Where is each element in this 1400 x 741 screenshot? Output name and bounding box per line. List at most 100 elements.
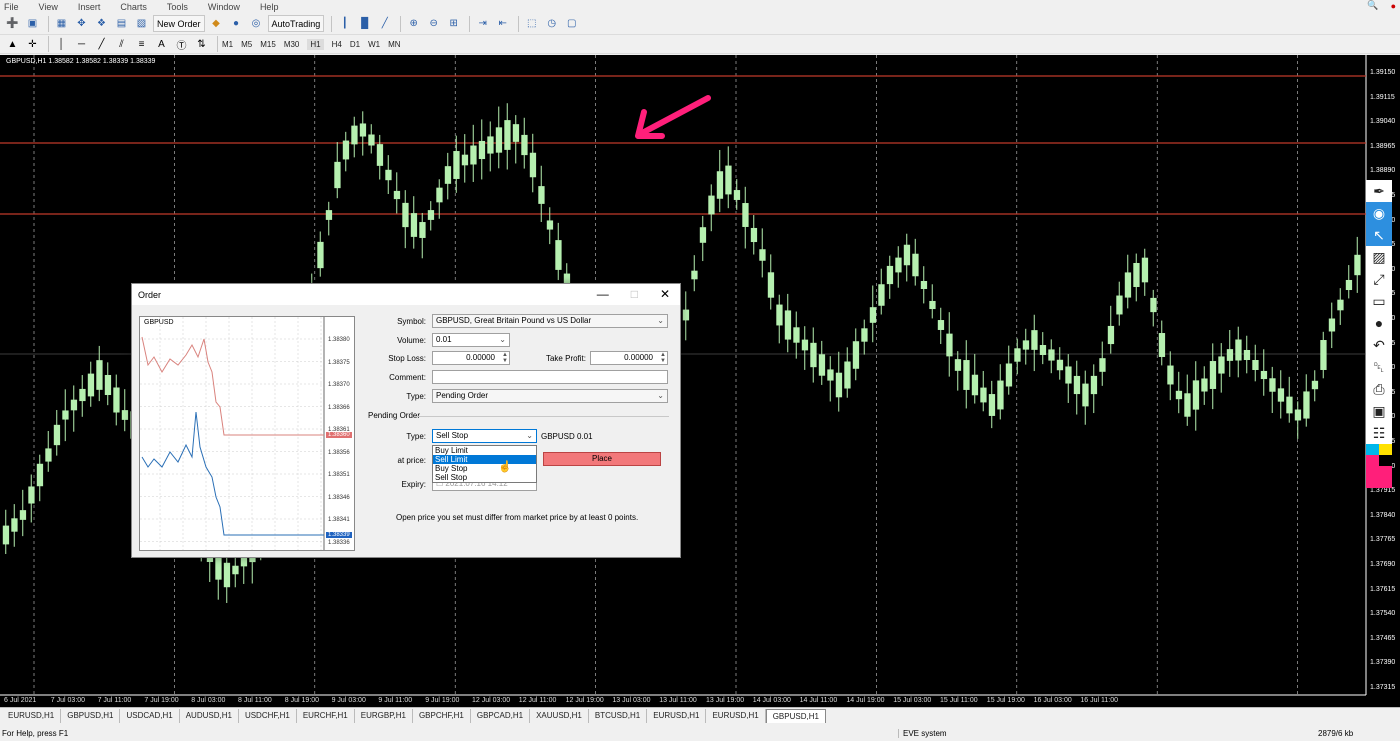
color-selected-swatch[interactable] bbox=[1366, 466, 1392, 488]
strategy-tester-icon[interactable]: ▤ bbox=[113, 15, 130, 32]
chart-shift-icon[interactable]: ⇤ bbox=[494, 15, 511, 32]
pending-type-select[interactable]: Sell Stop ⌄ bbox=[432, 429, 537, 443]
timeframe-h1[interactable]: H1 bbox=[307, 38, 324, 50]
option-sell-limit[interactable]: Sell Limit bbox=[433, 455, 536, 464]
line-chart-icon[interactable]: ╱ bbox=[376, 15, 393, 32]
metaeditor-icon[interactable]: ◆ bbox=[208, 15, 225, 32]
pen-icon[interactable]: ✒ bbox=[1366, 180, 1392, 202]
minimize-icon[interactable]: — bbox=[597, 287, 609, 301]
takeprofit-input[interactable]: 0.00000 ▲ ▼ bbox=[590, 351, 668, 365]
timeframe-w1[interactable]: W1 bbox=[368, 40, 380, 49]
new-order-button[interactable]: New Order bbox=[153, 15, 205, 32]
chart-tab[interactable]: GBPUSD,H1 bbox=[61, 708, 121, 723]
chart-tab[interactable]: EURGBP,H1 bbox=[355, 708, 413, 723]
timeframe-h4[interactable]: H4 bbox=[332, 40, 342, 49]
menu-help[interactable]: Help bbox=[260, 2, 279, 12]
candle-body bbox=[827, 369, 834, 381]
close-icon[interactable]: ✕ bbox=[660, 287, 670, 301]
arrows-icon[interactable]: ⇅ bbox=[193, 36, 210, 53]
chart-tab[interactable]: EURUSD,H1 bbox=[647, 708, 707, 723]
indicators-icon[interactable]: ⬚ bbox=[523, 15, 540, 32]
signals-icon[interactable]: ● bbox=[228, 15, 245, 32]
timeframe-m5[interactable]: M5 bbox=[241, 40, 252, 49]
timeframe-m30[interactable]: M30 bbox=[284, 40, 300, 49]
timeframe-m1[interactable]: M1 bbox=[222, 40, 233, 49]
menu-charts[interactable]: Charts bbox=[120, 2, 147, 12]
line-tool-icon[interactable]: ⤢ bbox=[1366, 268, 1392, 290]
timeframe-d1[interactable]: D1 bbox=[350, 40, 360, 49]
chart-tab[interactable]: XAUUSD,H1 bbox=[530, 708, 589, 723]
timeframe-mn[interactable]: MN bbox=[388, 40, 400, 49]
options-icon[interactable]: ▧ bbox=[133, 15, 150, 32]
periods-icon[interactable]: ◷ bbox=[543, 15, 560, 32]
chart-tab[interactable]: EURUSD,H1 bbox=[706, 708, 766, 723]
chart-tab[interactable]: AUDUSD,H1 bbox=[180, 708, 239, 723]
chart-tab[interactable]: GBPCAD,H1 bbox=[471, 708, 531, 723]
chart-tab[interactable]: GBPCHF,H1 bbox=[413, 708, 471, 723]
ruler-icon[interactable]: ▭ bbox=[1366, 290, 1392, 312]
menu-view[interactable]: View bbox=[39, 2, 58, 12]
order-type-select[interactable]: Pending Order ⌄ bbox=[432, 389, 668, 403]
timeframe-m15[interactable]: M15 bbox=[260, 40, 276, 49]
undo-icon[interactable]: ↶ bbox=[1366, 334, 1392, 356]
horizontal-line-icon[interactable]: ─ bbox=[73, 36, 90, 53]
chart-tab[interactable]: USDCHF,H1 bbox=[239, 708, 297, 723]
profile-name[interactable]: EVE system bbox=[898, 728, 947, 738]
new-chart-icon[interactable]: ➕ bbox=[4, 15, 21, 32]
option-buy-stop[interactable]: Buy Stop bbox=[433, 464, 536, 473]
web-icon[interactable]: ◎ bbox=[248, 15, 265, 32]
navigator-icon[interactable]: ✥ bbox=[73, 15, 90, 32]
chart-tab[interactable]: BTCUSD,H1 bbox=[589, 708, 648, 723]
spinner-icon[interactable]: ▲ ▼ bbox=[502, 352, 508, 364]
symbol-select[interactable]: GBPUSD, Great Britain Pound vs US Dollar… bbox=[432, 314, 668, 328]
zoom-out-icon[interactable]: ⊖ bbox=[425, 15, 442, 32]
maximize-icon[interactable]: □ bbox=[631, 287, 638, 301]
menu-window[interactable]: Window bbox=[208, 2, 240, 12]
color-swatch-icon[interactable] bbox=[1366, 444, 1392, 466]
autoscroll-icon[interactable]: ⇥ bbox=[474, 15, 491, 32]
search-icon[interactable]: 🔍 bbox=[1367, 0, 1378, 11]
notification-icon[interactable]: ● bbox=[1391, 1, 1396, 11]
trash-icon[interactable]: ␡ bbox=[1366, 356, 1392, 378]
pointer-icon[interactable]: ↖ bbox=[1366, 224, 1392, 246]
spinner-icon[interactable]: ▲ ▼ bbox=[660, 352, 666, 364]
option-buy-limit[interactable]: Buy Limit bbox=[433, 446, 536, 455]
comment-input[interactable] bbox=[432, 370, 668, 384]
candle-chart-icon[interactable]: █ bbox=[356, 15, 373, 32]
menu-file[interactable]: File bbox=[4, 2, 19, 12]
trendline-icon[interactable]: ╱ bbox=[93, 36, 110, 53]
chart-tab[interactable]: EURUSD,H1 bbox=[2, 708, 62, 723]
crosshair-icon[interactable]: ✛ bbox=[24, 36, 41, 53]
bar-chart-icon[interactable]: ┃ bbox=[336, 15, 353, 32]
vertical-line-icon[interactable]: │ bbox=[53, 36, 70, 53]
menu-insert[interactable]: Insert bbox=[78, 2, 101, 12]
channel-icon[interactable]: ⫽ bbox=[113, 36, 130, 53]
cursor-icon[interactable]: ▲ bbox=[4, 36, 21, 53]
eye-icon[interactable]: ◉ bbox=[1366, 202, 1392, 224]
chart-tab[interactable]: USDCAD,H1 bbox=[120, 708, 180, 723]
candle-body bbox=[1175, 390, 1183, 400]
profiles-icon[interactable]: ▣ bbox=[24, 15, 41, 32]
clipboard-icon[interactable]: ☷ bbox=[1366, 422, 1392, 444]
volume-select[interactable]: 0.01 ⌄ bbox=[432, 333, 510, 347]
menu-tools[interactable]: Tools bbox=[167, 2, 188, 12]
templates-icon[interactable]: ▢ bbox=[563, 15, 580, 32]
autotrading-button[interactable]: AutoTrading bbox=[267, 15, 325, 32]
market-watch-icon[interactable]: ▦ bbox=[53, 15, 70, 32]
fibonacci-icon[interactable]: ≡ bbox=[133, 36, 150, 53]
stoploss-input[interactable]: 0.00000 ▲ ▼ bbox=[432, 351, 510, 365]
text-icon[interactable]: A bbox=[153, 36, 170, 53]
text-label-icon[interactable]: Ⓣ bbox=[173, 36, 190, 53]
terminal-icon[interactable]: ❖ bbox=[93, 15, 110, 32]
place-button[interactable]: Place bbox=[543, 452, 661, 466]
chart-tab[interactable]: EURCHF,H1 bbox=[297, 708, 355, 723]
camera-icon[interactable]: ▣ bbox=[1366, 400, 1392, 422]
eraser-icon[interactable]: ▨ bbox=[1366, 246, 1392, 268]
tile-windows-icon[interactable]: ⊞ bbox=[445, 15, 462, 32]
dot-icon[interactable]: ● bbox=[1366, 312, 1392, 334]
printer-icon[interactable]: ⎙ bbox=[1366, 378, 1392, 400]
price-label: 1.39150 bbox=[1370, 69, 1396, 76]
chart-tab[interactable]: GBPUSD,H1 bbox=[765, 708, 826, 723]
zoom-in-icon[interactable]: ⊕ bbox=[405, 15, 422, 32]
option-sell-stop[interactable]: Sell Stop bbox=[433, 473, 536, 482]
